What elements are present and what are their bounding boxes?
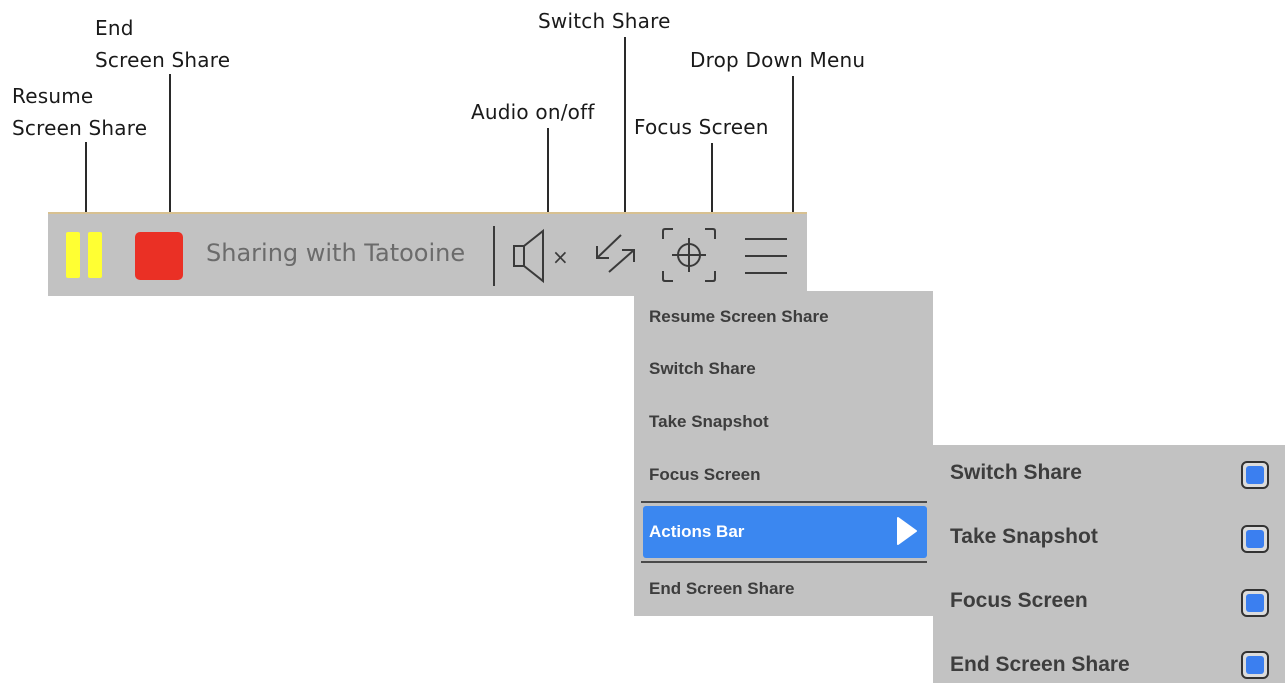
menu-item-focus-screen[interactable]: Focus Screen xyxy=(649,465,761,485)
speaker-muted-icon[interactable]: × xyxy=(511,228,573,284)
annotation-audio: Audio on/off xyxy=(471,100,595,124)
toolbar-divider xyxy=(493,226,495,286)
annotation-end-line1: End xyxy=(95,16,134,40)
menu-item-switch-share[interactable]: Switch Share xyxy=(649,359,756,379)
menu-divider xyxy=(641,501,927,503)
annotation-dropdown-pointer xyxy=(792,76,794,220)
annotation-switch-pointer xyxy=(624,37,626,212)
pause-icon[interactable] xyxy=(66,232,106,278)
checkbox-take-snapshot[interactable] xyxy=(1241,525,1269,553)
annotation-end-pointer xyxy=(169,74,171,212)
menu-item-end-screen-share[interactable]: End Screen Share xyxy=(649,579,795,599)
pause-bar-right xyxy=(88,232,102,278)
annotation-end-line2: Screen Share xyxy=(95,48,231,72)
menu-divider xyxy=(641,561,927,563)
pause-bar-left xyxy=(66,232,80,278)
submenu-item-take-snapshot[interactable]: Take Snapshot xyxy=(950,525,1098,549)
submenu-item-switch-share[interactable]: Switch Share xyxy=(950,461,1082,485)
annotation-end: End Screen Share xyxy=(95,12,230,76)
switch-arrows-icon[interactable] xyxy=(594,230,638,276)
screen-share-toolbar-diagram: Resume Screen Share End Screen Share Aud… xyxy=(0,0,1285,683)
annotation-resume: Resume Screen Share xyxy=(12,80,147,144)
stop-icon[interactable] xyxy=(135,232,183,280)
annotation-resume-line2: Screen Share xyxy=(12,116,148,140)
sharing-status-text: Sharing with Tatooine xyxy=(206,239,466,267)
annotation-focus-pointer xyxy=(711,143,713,212)
screen-share-toolbar: Sharing with Tatooine × xyxy=(48,212,807,296)
hamburger-icon[interactable] xyxy=(745,236,787,276)
menu-item-take-snapshot[interactable]: Take Snapshot xyxy=(649,412,769,432)
mute-x-glyph: × xyxy=(552,245,569,269)
actions-bar-submenu: Switch Share Take Snapshot Focus Screen … xyxy=(933,445,1285,683)
submenu-item-end-screen-share[interactable]: End Screen Share xyxy=(950,653,1130,677)
menu-item-actions-bar[interactable]: Actions Bar xyxy=(643,506,927,558)
checkbox-focus-screen[interactable] xyxy=(1241,589,1269,617)
submenu-arrow-icon xyxy=(897,517,917,545)
submenu-item-focus-screen[interactable]: Focus Screen xyxy=(950,589,1088,613)
checkbox-fill xyxy=(1246,466,1264,484)
checkbox-fill xyxy=(1246,594,1264,612)
annotation-dropdown: Drop Down Menu xyxy=(690,48,866,72)
menu-item-actions-bar-label: Actions Bar xyxy=(649,522,745,541)
annotation-switch: Switch Share xyxy=(538,9,671,33)
checkbox-fill xyxy=(1246,656,1264,674)
menu-item-resume-screen-share[interactable]: Resume Screen Share xyxy=(649,307,829,327)
annotation-resume-pointer xyxy=(85,142,87,212)
checkbox-switch-share[interactable] xyxy=(1241,461,1269,489)
annotation-focus: Focus Screen xyxy=(634,115,769,139)
crosshair-icon[interactable] xyxy=(661,227,717,283)
annotation-audio-pointer xyxy=(547,128,549,212)
dropdown-menu: Resume Screen Share Switch Share Take Sn… xyxy=(634,291,933,616)
checkbox-end-screen-share[interactable] xyxy=(1241,651,1269,679)
annotation-resume-line1: Resume xyxy=(12,84,94,108)
checkbox-fill xyxy=(1246,530,1264,548)
